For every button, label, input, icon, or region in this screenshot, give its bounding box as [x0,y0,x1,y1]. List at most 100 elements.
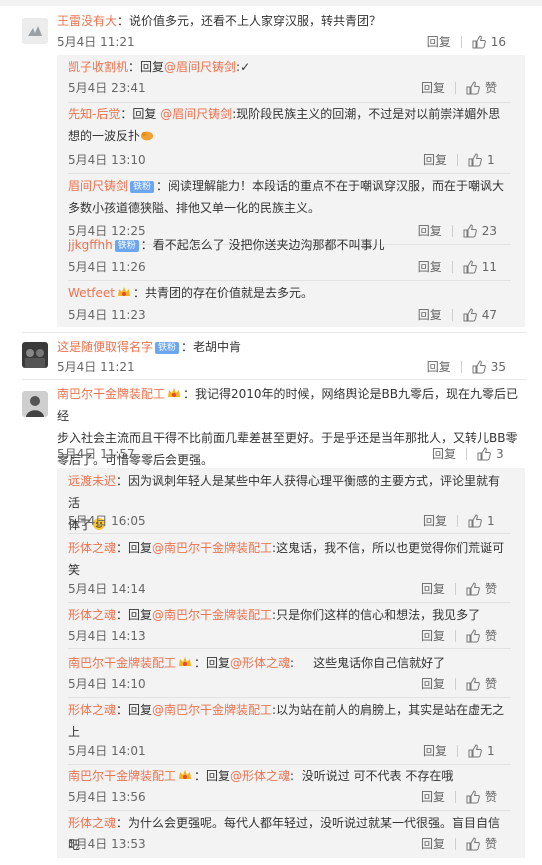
thumbs-up-icon [463,307,477,321]
username[interactable]: 形体之魂 [68,816,116,830]
like-count: 16 [490,34,506,49]
username[interactable]: 形体之魂 [68,703,116,717]
like-count: 赞 [484,629,497,643]
username[interactable]: 先知-后觉 [68,107,120,121]
username[interactable]: 南巴尔干金牌装配工 [68,656,176,670]
like-count: 1 [487,513,495,528]
comment-text: 王雷没有大：说价值多元，还看不上人家穿汉服，转共青团？ [57,14,382,28]
thumbs-up-icon [466,836,480,850]
thumbs-up-icon [466,581,480,595]
like-count: 赞 [484,837,497,851]
timestamp: 5月4日 14:10 [68,677,146,691]
like-count: 1 [487,152,495,167]
like-count: 1 [487,743,495,758]
like-button[interactable]: 赞 [466,79,497,96]
like-button[interactable]: 1 [468,153,497,167]
reply-button[interactable]: 回复 [427,33,451,50]
reply-list-3: 远渡未迟：因为讽刺年轻人是某些中年人获得心理平衡感的主要方式，评论里就有活 体了… [57,468,525,858]
mention-link[interactable]: @南巴尔干金牌装配工 [152,703,272,717]
like-button[interactable]: 赞 [466,580,497,597]
like-count: 赞 [484,790,497,804]
like-button[interactable]: 35 [472,360,506,374]
like-button[interactable]: 赞 [466,788,497,805]
like-count: 赞 [484,582,497,596]
timestamp: 5月4日 13:56 [68,790,146,804]
username[interactable]: 南巴尔干金牌装配工 [57,387,165,401]
reply-button[interactable]: 回复 [421,627,445,644]
reply-button[interactable]: 回复 [427,358,451,375]
fan-badge: 铁粉 [155,342,180,354]
mention-link[interactable]: @南巴尔干金牌装配工 [152,608,272,622]
timestamp: 5月4日 13:53 [68,837,146,851]
like-button[interactable]: 3 [477,447,506,461]
like-button[interactable]: 赞 [466,627,497,644]
reply-button[interactable]: 回复 [432,445,456,462]
thumbs-up-icon [466,789,480,803]
like-button[interactable]: 赞 [466,675,497,692]
username[interactable]: 这是随便取得名字 [57,340,153,354]
timestamp: 5月4日 14:13 [68,629,146,643]
mention-link[interactable]: @形体之魂 [230,656,290,670]
timestamp: 5月4日 16:05 [68,514,146,528]
mention-link[interactable]: @南巴尔干金牌装配工 [152,541,272,555]
like-count: 35 [490,359,506,374]
timestamp: 5月4日 11:26 [68,260,146,274]
like-button[interactable]: 11 [463,260,497,274]
timestamp: 5月4日 11:21 [57,35,135,49]
reply-button[interactable]: 回复 [423,151,447,168]
like-button[interactable]: 16 [472,35,506,49]
reply-button[interactable]: 回复 [421,788,445,805]
reply-button[interactable]: 回复 [423,512,447,529]
username[interactable]: 形体之魂 [68,608,116,622]
thumbs-up-icon [468,513,482,527]
comment-meta: 5月4日 11:21 回复 16 [57,33,524,51]
timestamp: 5月4日 11:57 [57,447,135,461]
like-button[interactable]: 1 [468,744,497,758]
username[interactable]: Wetfeet [68,286,115,300]
avatar[interactable] [22,342,48,368]
username[interactable]: 凯子收割机 [68,60,128,74]
like-count: 赞 [484,81,497,95]
comment-meta: 5月4日 11:21 回复 35 [57,358,524,376]
thumbs-up-icon [472,34,486,48]
thumbs-up-icon [466,628,480,642]
username[interactable]: jjkgffhh [68,238,113,252]
thumbs-up-icon [466,80,480,94]
username[interactable]: 南巴尔干金牌装配工 [68,769,176,783]
thumbs-up-icon [466,676,480,690]
mention-link[interactable]: @眉间尺铸剑 [160,107,232,121]
mention-link[interactable]: @形体之魂 [230,769,290,783]
fan-badge: 铁粉 [114,240,139,252]
username[interactable]: 远渡未迟 [68,474,116,488]
username[interactable]: 形体之魂 [68,541,116,555]
thumbs-up-icon [468,743,482,757]
like-count: 11 [481,259,497,274]
reply-list-1: 凯子收割机：回复@眉间尺铸剑:✓ 5月4日 23:41 回复 赞 先知-后觉：回… [57,55,525,327]
like-button[interactable]: 赞 [466,835,497,852]
vip-crown-icon [178,766,192,779]
timestamp: 5月4日 11:23 [68,308,146,322]
like-button[interactable]: 1 [468,514,497,528]
comment-meta: 5月4日 11:57 回复 3 [57,445,524,463]
timestamp: 5月4日 23:41 [68,81,146,95]
reply-button[interactable]: 回复 [421,835,445,852]
timestamp: 5月4日 14:14 [68,582,146,596]
reply-button[interactable]: 回复 [421,675,445,692]
avatar[interactable] [22,391,48,417]
thumbs-up-icon [472,359,486,373]
timestamp: 5月4日 11:21 [57,360,135,374]
like-button[interactable]: 47 [463,308,497,322]
reply-button[interactable]: 回复 [418,306,442,323]
reply-button[interactable]: 回复 [421,79,445,96]
reply-button[interactable]: 回复 [423,742,447,759]
top-strip [0,0,542,6]
like-count: 3 [496,446,504,461]
thumbs-up-icon [468,152,482,166]
mention-link[interactable]: @眉间尺铸剑 [164,60,236,74]
like-count: 赞 [484,677,497,691]
reply-button[interactable]: 回复 [418,258,442,275]
avatar[interactable] [22,18,48,44]
username[interactable]: 王雷没有大 [57,14,117,28]
username[interactable]: 眉间尺铸剑 [68,179,128,193]
reply-button[interactable]: 回复 [421,580,445,597]
